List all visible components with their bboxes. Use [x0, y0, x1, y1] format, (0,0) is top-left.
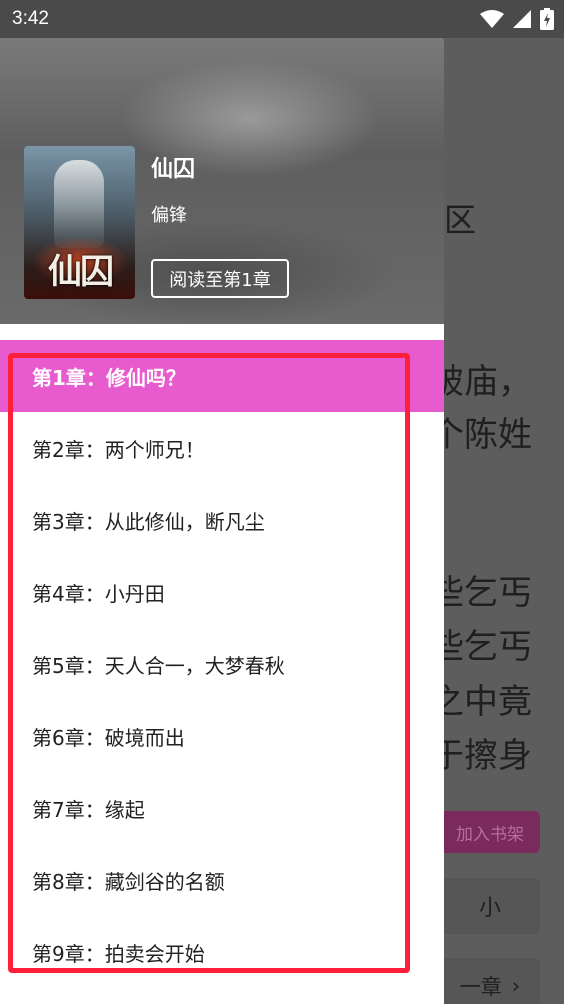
- cover-figure: [54, 160, 104, 248]
- chapter-item-5[interactable]: 第5章：天人合一，大梦春秋: [0, 628, 444, 700]
- chapter-item-6[interactable]: 第6章：破境而出: [0, 700, 444, 772]
- reader-title-fragment: 区: [444, 201, 477, 239]
- chapter-item-1[interactable]: 第1章：修仙吗？: [0, 340, 444, 412]
- book-author: 偏锋: [151, 205, 187, 226]
- cover-title: 仙囚: [48, 252, 114, 292]
- chapter-item-7[interactable]: 第7章：缘起: [0, 772, 444, 844]
- battery-icon: [540, 8, 554, 30]
- chapter-item-9[interactable]: 第9章：拍卖会开始: [0, 916, 444, 988]
- status-time: 3:42: [12, 8, 49, 29]
- chapter-item-3[interactable]: 第3章：从此修仙，断凡尘: [0, 484, 444, 556]
- chapter-item-2[interactable]: 第2章：两个师兄！: [0, 412, 444, 484]
- next-chapter-button[interactable]: 一章 ›: [440, 958, 540, 1004]
- signal-icon: [513, 10, 531, 28]
- read-progress-button[interactable]: 阅读至第1章: [151, 259, 289, 298]
- add-to-shelf-button[interactable]: 加入书架: [440, 811, 540, 853]
- chapter-list: 第1章：修仙吗？ 第2章：两个师兄！ 第3章：从此修仙，断凡尘 第4章：小丹田 …: [0, 340, 444, 988]
- font-small-button[interactable]: 小: [440, 878, 540, 934]
- chapter-drawer: 仙囚 仙囚 偏锋 阅读至第1章 第1章：修仙吗？ 第2章：两个师兄！ 第3章：从…: [0, 38, 444, 1004]
- reader-text-line: 之中竟: [430, 682, 532, 722]
- book-title: 仙囚: [151, 157, 196, 182]
- wifi-icon: [480, 10, 504, 28]
- reader-text-line: 于擦身: [430, 736, 532, 776]
- reader-text-line: 些乞丐: [430, 627, 532, 667]
- reader-text-line: 些乞丐: [430, 573, 532, 613]
- next-chapter-label: 一章: [459, 975, 502, 999]
- chevron-right-icon: ›: [511, 974, 521, 998]
- status-bar: 3:42: [0, 0, 564, 38]
- chapter-item-8[interactable]: 第8章：藏剑谷的名额: [0, 844, 444, 916]
- status-icons: [480, 8, 554, 30]
- book-cover-image[interactable]: 仙囚: [24, 146, 135, 299]
- reader-text-line: 个陈姓: [430, 415, 532, 455]
- chapter-item-4[interactable]: 第4章：小丹田: [0, 556, 444, 628]
- drawer-header: 仙囚 仙囚 偏锋 阅读至第1章: [0, 38, 444, 324]
- reader-text-line: 破庙，: [430, 362, 532, 402]
